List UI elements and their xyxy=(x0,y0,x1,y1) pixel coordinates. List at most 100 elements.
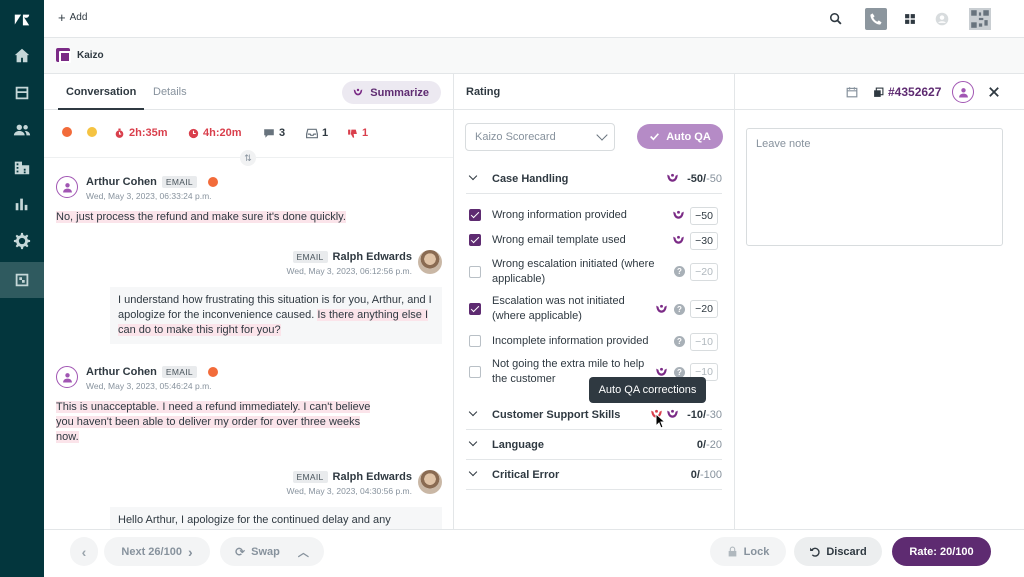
conversation-stats: 2h:35m 4h:20m 3 1 1 ⇅ xyxy=(44,110,453,166)
clock-icon xyxy=(188,128,199,138)
lock-button[interactable]: Lock xyxy=(710,537,786,566)
rating-panel: Rating Kaizo Scorecard Auto QA Case Hand… xyxy=(454,74,735,529)
swap-button[interactable]: ⟳ Swap ︿ xyxy=(220,537,324,566)
message-author: Arthur Cohen xyxy=(86,176,157,188)
message-text: No, just process the refund and make sur… xyxy=(56,211,346,223)
assignee-avatar-icon[interactable] xyxy=(952,81,974,103)
kaizo-ai-icon xyxy=(656,304,667,313)
user-profile-icon[interactable] xyxy=(931,8,953,30)
criterion-checkbox[interactable] xyxy=(469,209,481,221)
inbox-icon xyxy=(306,128,318,138)
ticket-id[interactable]: #4352627 xyxy=(873,85,941,99)
criterion-points[interactable]: −30 xyxy=(690,232,718,250)
customer-avatar-icon xyxy=(56,366,78,388)
summarize-button[interactable]: Summarize xyxy=(342,81,441,104)
scorecard-select[interactable]: Kaizo Scorecard xyxy=(465,123,615,151)
kaizo-ai-icon xyxy=(673,210,684,219)
conversation-panel: Conversation Details Summarize 2h:35m 4h… xyxy=(44,74,454,533)
criterion-points[interactable]: −50 xyxy=(690,207,718,225)
phone-icon[interactable] xyxy=(865,8,887,30)
criterion-points[interactable]: −20 xyxy=(690,300,718,318)
chevron-down-icon xyxy=(468,171,478,181)
mouse-cursor-icon xyxy=(655,413,667,429)
criterion-row: Wrong escalation initiated (where applic… xyxy=(466,257,722,289)
help-question-icon[interactable]: ? xyxy=(674,336,685,347)
section-score: 0/-20 xyxy=(697,439,722,451)
criterion-checkbox[interactable] xyxy=(469,234,481,246)
search-icon[interactable] xyxy=(825,8,847,30)
angry-sentiment-icon xyxy=(207,177,218,187)
add-button[interactable]: + Add xyxy=(58,9,87,25)
message-date: Wed, May 3, 2023, 04:30:56 p.m. xyxy=(286,486,412,496)
swap-icon: ⟳ xyxy=(235,544,246,559)
criterion-points[interactable]: −20 xyxy=(690,263,718,281)
previous-button[interactable]: ‹ xyxy=(70,537,98,566)
rate-button[interactable]: Rate: 20/100 xyxy=(892,537,991,566)
criterion-row: Escalation was not initiated (where appl… xyxy=(466,294,722,326)
conversation-tabs: Conversation Details Summarize xyxy=(44,74,453,110)
qr-code-icon[interactable] xyxy=(968,7,992,31)
copy-icon xyxy=(874,87,884,97)
agent-avatar xyxy=(418,470,442,494)
leave-note-input[interactable]: Leave note xyxy=(746,128,1003,246)
criterion-checkbox[interactable] xyxy=(469,366,481,378)
product-tray-icon[interactable] xyxy=(899,8,921,30)
chevron-down-icon xyxy=(596,129,608,141)
criterion-checkbox[interactable] xyxy=(469,266,481,278)
thumbs-down-icon xyxy=(348,129,357,138)
tab-details[interactable]: Details xyxy=(153,86,187,98)
organizations-icon[interactable] xyxy=(0,149,44,185)
sort-icon[interactable]: ⇅ xyxy=(240,150,256,166)
section-label: Case Handling xyxy=(492,173,569,185)
criterion-checkbox[interactable] xyxy=(469,303,481,315)
angry-sentiment-icon xyxy=(62,127,72,137)
calendar-icon[interactable] xyxy=(846,86,858,98)
zendesk-logo-icon[interactable] xyxy=(0,2,44,38)
reporting-icon[interactable] xyxy=(0,186,44,222)
section-label: Customer Support Skills xyxy=(492,409,621,421)
section-case-handling[interactable]: Case Handling -50/-50 xyxy=(466,164,722,194)
section-label: Language xyxy=(492,439,544,451)
leave-note-placeholder: Leave note xyxy=(756,138,811,150)
agent-avatar xyxy=(418,250,442,274)
section-language[interactable]: Language 0/-20 xyxy=(466,430,722,460)
criterion-label: Escalation was not initiated (where appl… xyxy=(492,295,625,322)
channel-badge: EMAIL xyxy=(161,176,197,188)
tab-conversation[interactable]: Conversation xyxy=(57,86,145,110)
settings-gear-icon[interactable] xyxy=(0,223,44,259)
help-question-icon[interactable]: ? xyxy=(674,266,685,277)
criterion-row: Wrong information provided −50 xyxy=(466,206,722,226)
home-icon[interactable] xyxy=(0,38,44,74)
message-body: I understand how frustrating this situat… xyxy=(110,287,442,344)
resolution-time-value: 4h:20m xyxy=(203,127,242,139)
rating-header: Rating xyxy=(454,74,734,110)
discard-button[interactable]: Discard xyxy=(794,537,882,566)
help-question-icon[interactable]: ? xyxy=(674,304,685,315)
kaizo-ai-icon xyxy=(667,409,678,418)
section-critical-error[interactable]: Critical Error 0/-100 xyxy=(466,460,722,490)
views-icon[interactable] xyxy=(0,75,44,111)
app-name: Kaizo xyxy=(77,50,104,61)
plus-icon: + xyxy=(58,9,66,25)
section-score-value: 0/ xyxy=(696,439,707,451)
kaizo-ai-icon xyxy=(673,235,684,244)
criterion-row: Wrong email template used −30 xyxy=(466,231,722,251)
next-button[interactable]: Next 26/100 › xyxy=(104,537,210,566)
rate-label: Rate: 20/100 xyxy=(909,545,974,558)
scorecard-select-value: Kaizo Scorecard xyxy=(475,131,556,143)
section-score: -10/-30 xyxy=(687,409,722,421)
criterion-label: Wrong email template used xyxy=(492,234,626,246)
checkmark-icon xyxy=(650,133,660,141)
message-author: Ralph Edwards xyxy=(332,471,412,483)
section-customer-support-skills[interactable]: Customer Support Skills -10/-30 xyxy=(466,400,722,430)
criterion-points[interactable]: −10 xyxy=(690,333,718,351)
auto-qa-button[interactable]: Auto QA xyxy=(637,124,723,149)
summarize-label: Summarize xyxy=(370,86,429,99)
first-reply-time-value: 2h:35m xyxy=(129,127,168,139)
channel-badge: EMAIL xyxy=(292,251,328,263)
kaizo-app-icon[interactable] xyxy=(0,262,44,298)
close-icon[interactable] xyxy=(988,86,1000,98)
chevron-left-icon: ‹ xyxy=(81,543,87,560)
criterion-checkbox[interactable] xyxy=(469,335,481,347)
customers-icon[interactable] xyxy=(0,112,44,148)
